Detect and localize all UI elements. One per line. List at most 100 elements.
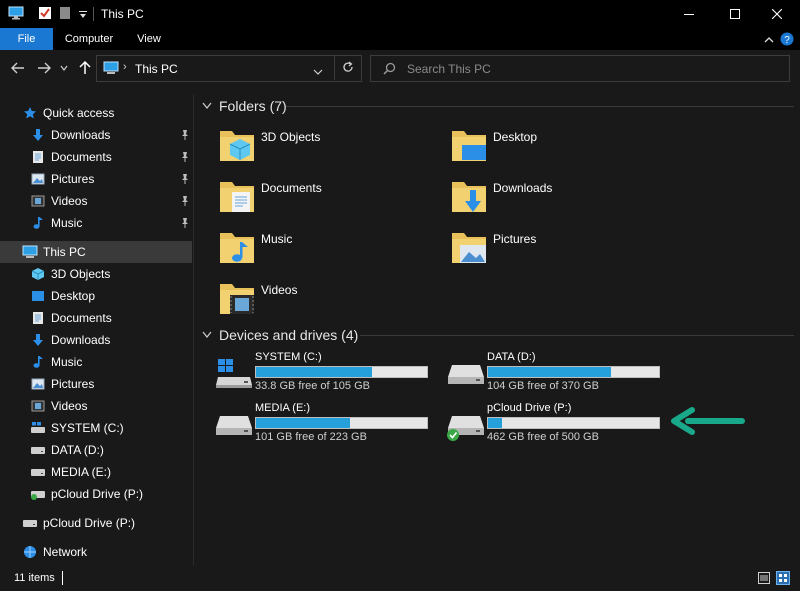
- minimize-button[interactable]: [666, 0, 712, 28]
- minimize-icon: [684, 14, 694, 15]
- pin-icon[interactable]: [180, 151, 190, 163]
- breadcrumb-chevron-icon[interactable]: ›: [123, 61, 127, 73]
- pin-icon[interactable]: [180, 129, 190, 141]
- breadcrumb[interactable]: This PC: [135, 62, 178, 76]
- tab-computer[interactable]: Computer: [57, 28, 121, 50]
- address-bar[interactable]: › This PC: [96, 55, 362, 82]
- sidebar-item-3d-objects[interactable]: 3D Objects: [30, 263, 190, 285]
- tab-file[interactable]: File: [0, 28, 53, 50]
- new-folder-icon[interactable]: [59, 6, 71, 23]
- window-title: This PC: [101, 7, 144, 21]
- sidebar-item-media-e[interactable]: MEDIA (E:): [30, 461, 190, 483]
- document-icon: [30, 149, 46, 165]
- picture-icon: [30, 171, 46, 187]
- drive-free-space: 104 GB free of 370 GB: [487, 380, 599, 392]
- this-pc-icon: [22, 244, 38, 260]
- help-icon[interactable]: ?: [780, 32, 794, 49]
- sidebar-item-network[interactable]: Network: [22, 541, 190, 563]
- drive-media-e[interactable]: MEDIA (E:) 101 GB free of 223 GB: [212, 402, 432, 450]
- drive-icon: [30, 464, 46, 480]
- sidebar-item-label: Videos: [51, 399, 88, 413]
- recent-locations-button[interactable]: [58, 59, 70, 77]
- drive-usage-fill: [256, 367, 373, 377]
- videos-folder-icon: [220, 284, 254, 314]
- folder-pictures[interactable]: Pictures: [450, 227, 670, 275]
- cloud-drive-icon: [30, 486, 46, 502]
- drive-usage-bar: [487, 417, 660, 429]
- details-view-icon[interactable]: [758, 572, 770, 587]
- pin-icon[interactable]: [180, 195, 190, 207]
- folder-desktop[interactable]: Desktop: [450, 125, 670, 173]
- address-dropdown-icon[interactable]: [313, 64, 323, 78]
- status-bar: 11 items: [0, 565, 800, 591]
- sidebar-item-documents[interactable]: Documents: [30, 307, 190, 329]
- sidebar-item-pictures[interactable]: Pictures: [30, 373, 190, 395]
- video-icon: [30, 193, 46, 209]
- up-button[interactable]: [76, 59, 94, 77]
- title-separator: [93, 7, 94, 21]
- sidebar-item-music[interactable]: Music: [30, 351, 190, 373]
- folder-downloads[interactable]: Downloads: [450, 176, 670, 224]
- drives-group-header[interactable]: Devices and drives (4): [202, 327, 358, 343]
- properties-icon[interactable]: [38, 6, 52, 23]
- folder-3d-objects[interactable]: 3D Objects: [218, 125, 438, 173]
- sidebar-item-this-pc[interactable]: This PC: [0, 241, 192, 263]
- drive-data-d[interactable]: DATA (D:) 104 GB free of 370 GB: [444, 351, 664, 399]
- folder-documents[interactable]: Documents: [218, 176, 438, 224]
- forward-arrow-icon: [38, 62, 51, 74]
- tab-view[interactable]: View: [125, 28, 173, 50]
- sidebar-item-quick-documents[interactable]: Documents: [30, 146, 190, 168]
- sidebar-item-data-d[interactable]: DATA (D:): [30, 439, 190, 461]
- sidebar-item-label: Downloads: [51, 128, 111, 142]
- desktop-icon: [30, 288, 46, 304]
- cube-icon: [30, 266, 46, 282]
- drives-header-label: Devices and drives (4): [219, 327, 359, 343]
- expand-ribbon-icon[interactable]: [764, 34, 774, 48]
- chevron-down-icon: [202, 102, 212, 109]
- folder-music[interactable]: Music: [218, 227, 438, 275]
- title-bar: This PC: [0, 0, 800, 28]
- customize-quick-access-icon[interactable]: [78, 9, 88, 23]
- refresh-button[interactable]: [334, 55, 361, 80]
- maximize-button[interactable]: [712, 0, 758, 28]
- music-note-icon: [30, 215, 46, 231]
- sidebar-item-quick-downloads[interactable]: Downloads: [30, 124, 190, 146]
- sidebar-item-downloads[interactable]: Downloads: [30, 329, 190, 351]
- this-pc-icon: [103, 61, 119, 78]
- drive-free-space: 33.8 GB free of 105 GB: [255, 380, 370, 392]
- group-divider: [286, 106, 794, 107]
- large-icons-view-icon[interactable]: [776, 571, 790, 588]
- drive-usage-bar: [255, 417, 428, 429]
- up-arrow-icon: [79, 61, 91, 74]
- forward-button[interactable]: [35, 59, 53, 77]
- drive-pcloud-p[interactable]: pCloud Drive (P:) 462 GB free of 500 GB: [444, 402, 664, 450]
- back-button[interactable]: [9, 59, 27, 77]
- documents-folder-icon: [220, 182, 254, 212]
- sidebar-item-label: Quick access: [43, 106, 115, 120]
- sidebar-item-label: 3D Objects: [51, 267, 111, 281]
- sidebar-item-system-c[interactable]: SYSTEM (C:): [30, 417, 190, 439]
- pin-icon[interactable]: [180, 217, 190, 229]
- folder-videos[interactable]: Videos: [218, 278, 438, 326]
- drive-name: MEDIA (E:): [255, 402, 311, 414]
- search-input[interactable]: Search This PC: [407, 62, 491, 76]
- sidebar-item-label: This PC: [43, 245, 86, 259]
- sidebar-item-quick-pictures[interactable]: Pictures: [30, 168, 190, 190]
- folders-group-header[interactable]: Folders (7): [202, 98, 287, 114]
- pin-icon[interactable]: [180, 173, 190, 185]
- sidebar-item-videos[interactable]: Videos: [30, 395, 190, 417]
- sidebar-item-quick-videos[interactable]: Videos: [30, 190, 190, 212]
- content-pane: Folders (7) 3D Objects Desktop Documents…: [194, 95, 800, 565]
- sidebar-item-quick-music[interactable]: Music: [30, 212, 190, 234]
- drive-usage-fill: [488, 367, 612, 377]
- drive-usage-bar: [487, 366, 660, 378]
- sidebar-item-pcloud-p[interactable]: pCloud Drive (P:): [30, 483, 190, 505]
- sidebar-item-desktop[interactable]: Desktop: [30, 285, 190, 307]
- search-box[interactable]: Search This PC: [370, 55, 790, 82]
- drive-system-c[interactable]: SYSTEM (C:) 33.8 GB free of 105 GB: [212, 351, 432, 399]
- back-arrow-icon: [11, 62, 24, 74]
- close-button[interactable]: [754, 0, 800, 28]
- download-arrow-icon: [30, 332, 46, 348]
- sidebar-item-quick-access[interactable]: Quick access: [22, 102, 192, 124]
- sidebar-item-pcloud-root[interactable]: pCloud Drive (P:): [22, 512, 190, 534]
